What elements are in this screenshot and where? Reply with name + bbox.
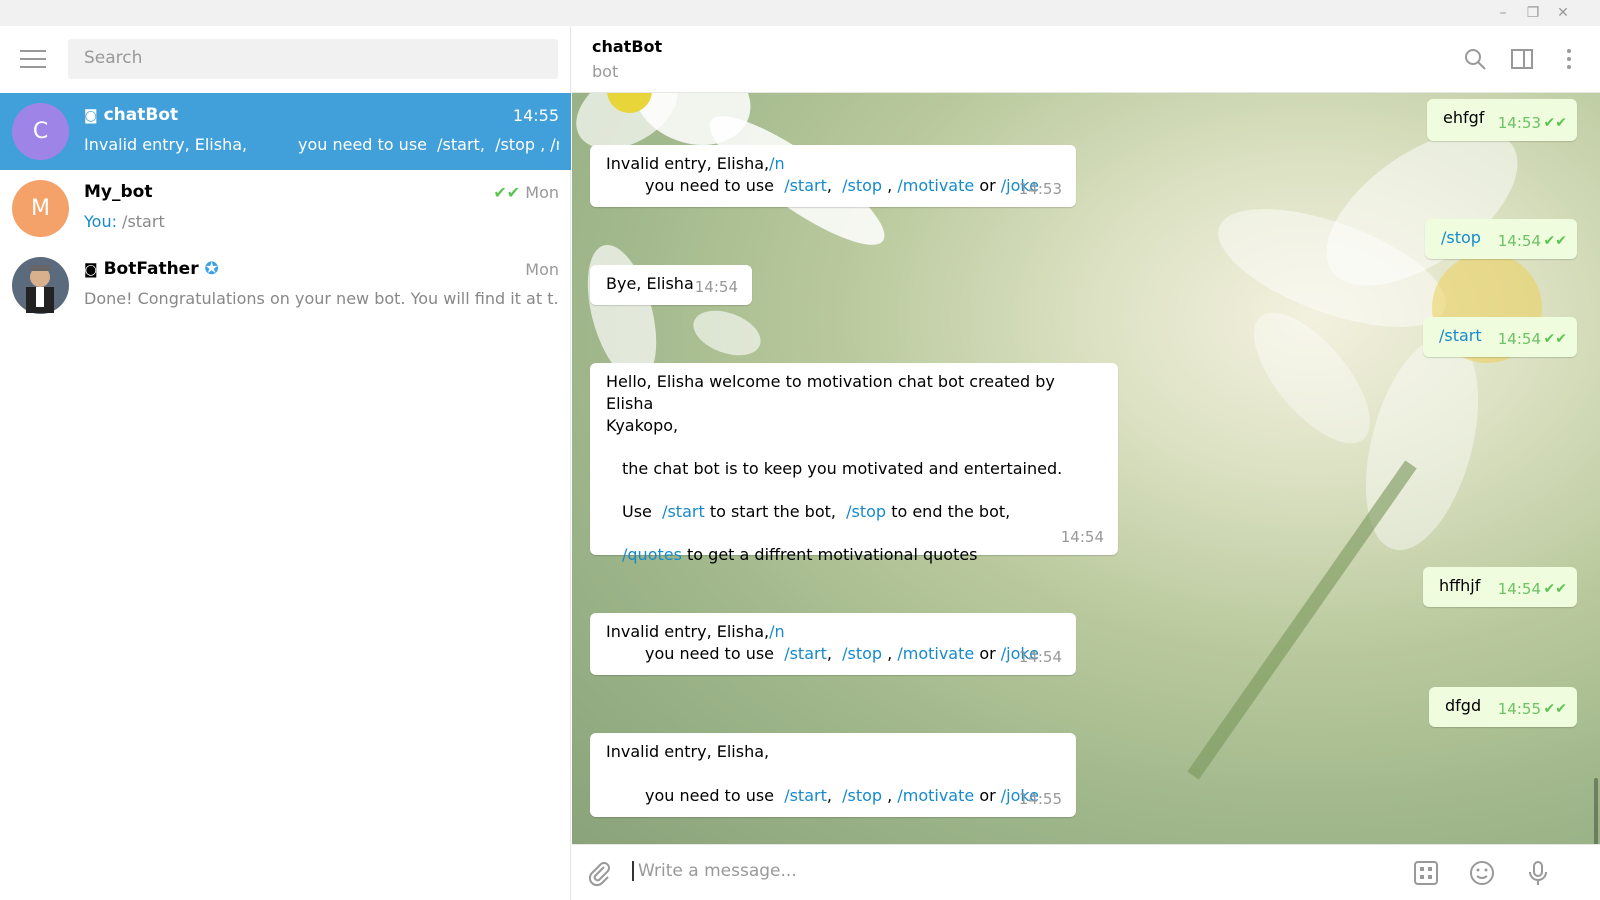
- attach-icon[interactable]: [586, 859, 614, 887]
- close-icon[interactable]: ✕: [1552, 3, 1574, 23]
- message-line: you need to use /start, /stop , /motivat…: [645, 786, 1039, 805]
- message-line: Kyakopo,: [606, 416, 679, 435]
- message-time: 14:54: [1497, 232, 1541, 250]
- message-line: Invalid entry, Elisha,/n: [606, 622, 785, 641]
- message-outgoing[interactable]: ehfgf 14:53 ✔✔: [1427, 99, 1577, 141]
- command-link[interactable]: /n: [769, 622, 785, 641]
- dialog-time: Mon: [525, 260, 559, 279]
- message-text: dfgd: [1445, 696, 1482, 715]
- dialog-name: ◙ BotFather ✪: [84, 259, 219, 279]
- restore-icon[interactable]: ❐: [1522, 3, 1544, 23]
- message-line: Hello, Elisha welcome to motivation chat…: [606, 372, 1055, 413]
- command-link[interactable]: /stop: [842, 786, 882, 805]
- command-link[interactable]: /motivate: [897, 644, 974, 663]
- dialog-name: My_bot: [84, 182, 153, 202]
- dialogs-panel: Search C ◙ chatBot 14:55 Invalid entry, E…: [0, 26, 571, 900]
- avatar: C: [12, 103, 69, 160]
- more-options-icon[interactable]: [1556, 46, 1582, 72]
- botfather-avatar: [12, 257, 69, 314]
- message-line: Invalid entry, Elisha,/n: [606, 154, 785, 173]
- bot-icon: ◙: [84, 262, 98, 278]
- emoji-icon[interactable]: [1468, 859, 1496, 887]
- dialog-preview: Invalid entry, Elisha, you need to use /…: [84, 135, 559, 154]
- message-input[interactable]: Write a message...: [632, 861, 797, 881]
- dialog-preview: Done! Congratulations on your new bot. Y…: [84, 289, 559, 308]
- message-time: 14:54: [1497, 580, 1541, 598]
- search-input[interactable]: Search: [68, 39, 558, 79]
- command-link[interactable]: /start: [784, 786, 827, 805]
- command-link[interactable]: /start: [784, 176, 827, 195]
- dialog-time: 14:55: [512, 106, 559, 125]
- command-link[interactable]: /start: [784, 644, 827, 663]
- double-check-icon: ✔✔: [1543, 331, 1567, 347]
- message-text: hffhjf: [1439, 576, 1481, 595]
- message-incoming[interactable]: Invalid entry, Elisha, you need to use /…: [590, 733, 1076, 817]
- sidebar-toggle-icon[interactable]: [1509, 46, 1535, 72]
- message-line: you need to use /start, /stop , /motivat…: [645, 176, 1039, 195]
- double-check-icon: ✔✔: [1543, 701, 1567, 717]
- message-time: 14:55: [1018, 790, 1062, 808]
- command-link[interactable]: /quotes: [622, 545, 682, 564]
- message-incoming[interactable]: Invalid entry, Elisha,/n you need to use…: [590, 613, 1076, 675]
- dialog-time: ✔✔ Mon: [493, 183, 559, 202]
- command-link[interactable]: /stop: [846, 502, 886, 521]
- command-link[interactable]: /n: [769, 154, 785, 173]
- bot-icon: ◙: [84, 108, 98, 124]
- avatar: M: [12, 180, 69, 237]
- bot-keyboard-icon[interactable]: [1412, 859, 1440, 887]
- chat-title[interactable]: chatBot: [592, 37, 662, 56]
- chat-header: chatBot bot: [572, 26, 1600, 93]
- message-outgoing[interactable]: dfgd 14:55 ✔✔: [1429, 687, 1577, 727]
- double-check-icon: ✔✔: [493, 183, 526, 202]
- dialog-chatbot[interactable]: C ◙ chatBot 14:55 Invalid entry, Elisha, …: [0, 93, 571, 170]
- message-incoming[interactable]: Bye, Elisha 14:54: [590, 265, 752, 305]
- window-titlebar: – ❐ ✕: [0, 0, 1600, 26]
- dialogs-header: Search: [0, 26, 570, 93]
- command-link[interactable]: /stop: [842, 176, 882, 195]
- message-outgoing[interactable]: /stop 14:54 ✔✔: [1425, 219, 1577, 259]
- search-icon[interactable]: [1462, 46, 1488, 72]
- message-composer: Write a message...: [572, 844, 1600, 900]
- chat-background: ehfgf 14:53 ✔✔ Invalid entry, Elisha,/n …: [572, 93, 1600, 844]
- message-time: 14:54: [1497, 330, 1541, 348]
- message-time: 14:53: [1018, 180, 1062, 198]
- message-incoming[interactable]: Hello, Elisha welcome to motivation chat…: [590, 363, 1118, 564]
- message-time: 14:53: [1497, 114, 1541, 132]
- message-line: the chat bot is to keep you motivated an…: [622, 459, 1063, 478]
- chat-panel: chatBot bot ehfgf 14:53 ✔✔ Invalid entry…: [572, 26, 1600, 900]
- message-line: Invalid entry, Elisha,: [606, 742, 770, 761]
- double-check-icon: ✔✔: [1543, 115, 1567, 131]
- scrollbar[interactable]: [1594, 778, 1598, 844]
- message-time: 14:54: [1060, 528, 1104, 546]
- message-line: /quotes to get a diffrent motivational q…: [622, 545, 978, 564]
- command-link[interactable]: /start: [662, 502, 705, 521]
- message-text[interactable]: /start: [1439, 326, 1482, 345]
- chat-subtitle: bot: [592, 62, 619, 81]
- dialog-my-bot[interactable]: M My_bot ✔✔ Mon You: /start: [0, 170, 571, 247]
- message-text[interactable]: /stop: [1441, 228, 1481, 247]
- dialog-preview: You: /start: [84, 212, 165, 231]
- command-link[interactable]: /motivate: [897, 176, 974, 195]
- message-outgoing[interactable]: hffhjf 14:54 ✔✔: [1423, 567, 1577, 607]
- message-outgoing[interactable]: /start 14:54 ✔✔: [1423, 317, 1577, 357]
- command-link[interactable]: /stop: [842, 644, 882, 663]
- message-time: 14:54: [694, 278, 738, 296]
- double-check-icon: ✔✔: [1543, 581, 1567, 597]
- command-link[interactable]: /motivate: [897, 786, 974, 805]
- microphone-icon[interactable]: [1524, 859, 1552, 887]
- message-incoming[interactable]: Invalid entry, Elisha,/n you need to use…: [590, 145, 1076, 207]
- dialog-botfather[interactable]: ◙ BotFather ✪ Mon Done! Congratulations o…: [0, 247, 571, 324]
- minimize-icon[interactable]: –: [1492, 3, 1514, 23]
- message-time: 14:54: [1018, 648, 1062, 666]
- message-line: you need to use /start, /stop , /motivat…: [645, 644, 1039, 663]
- double-check-icon: ✔✔: [1543, 233, 1567, 249]
- hamburger-menu-icon[interactable]: [20, 50, 46, 68]
- message-text: ehfgf: [1443, 108, 1485, 127]
- message-text: Bye, Elisha: [606, 274, 694, 293]
- message-line: Use /start to start the bot, /stop to en…: [622, 502, 1011, 521]
- message-time: 14:55: [1497, 700, 1541, 718]
- dialog-name: ◙ chatBot: [84, 105, 179, 125]
- verified-badge-icon: ✪: [204, 259, 219, 279]
